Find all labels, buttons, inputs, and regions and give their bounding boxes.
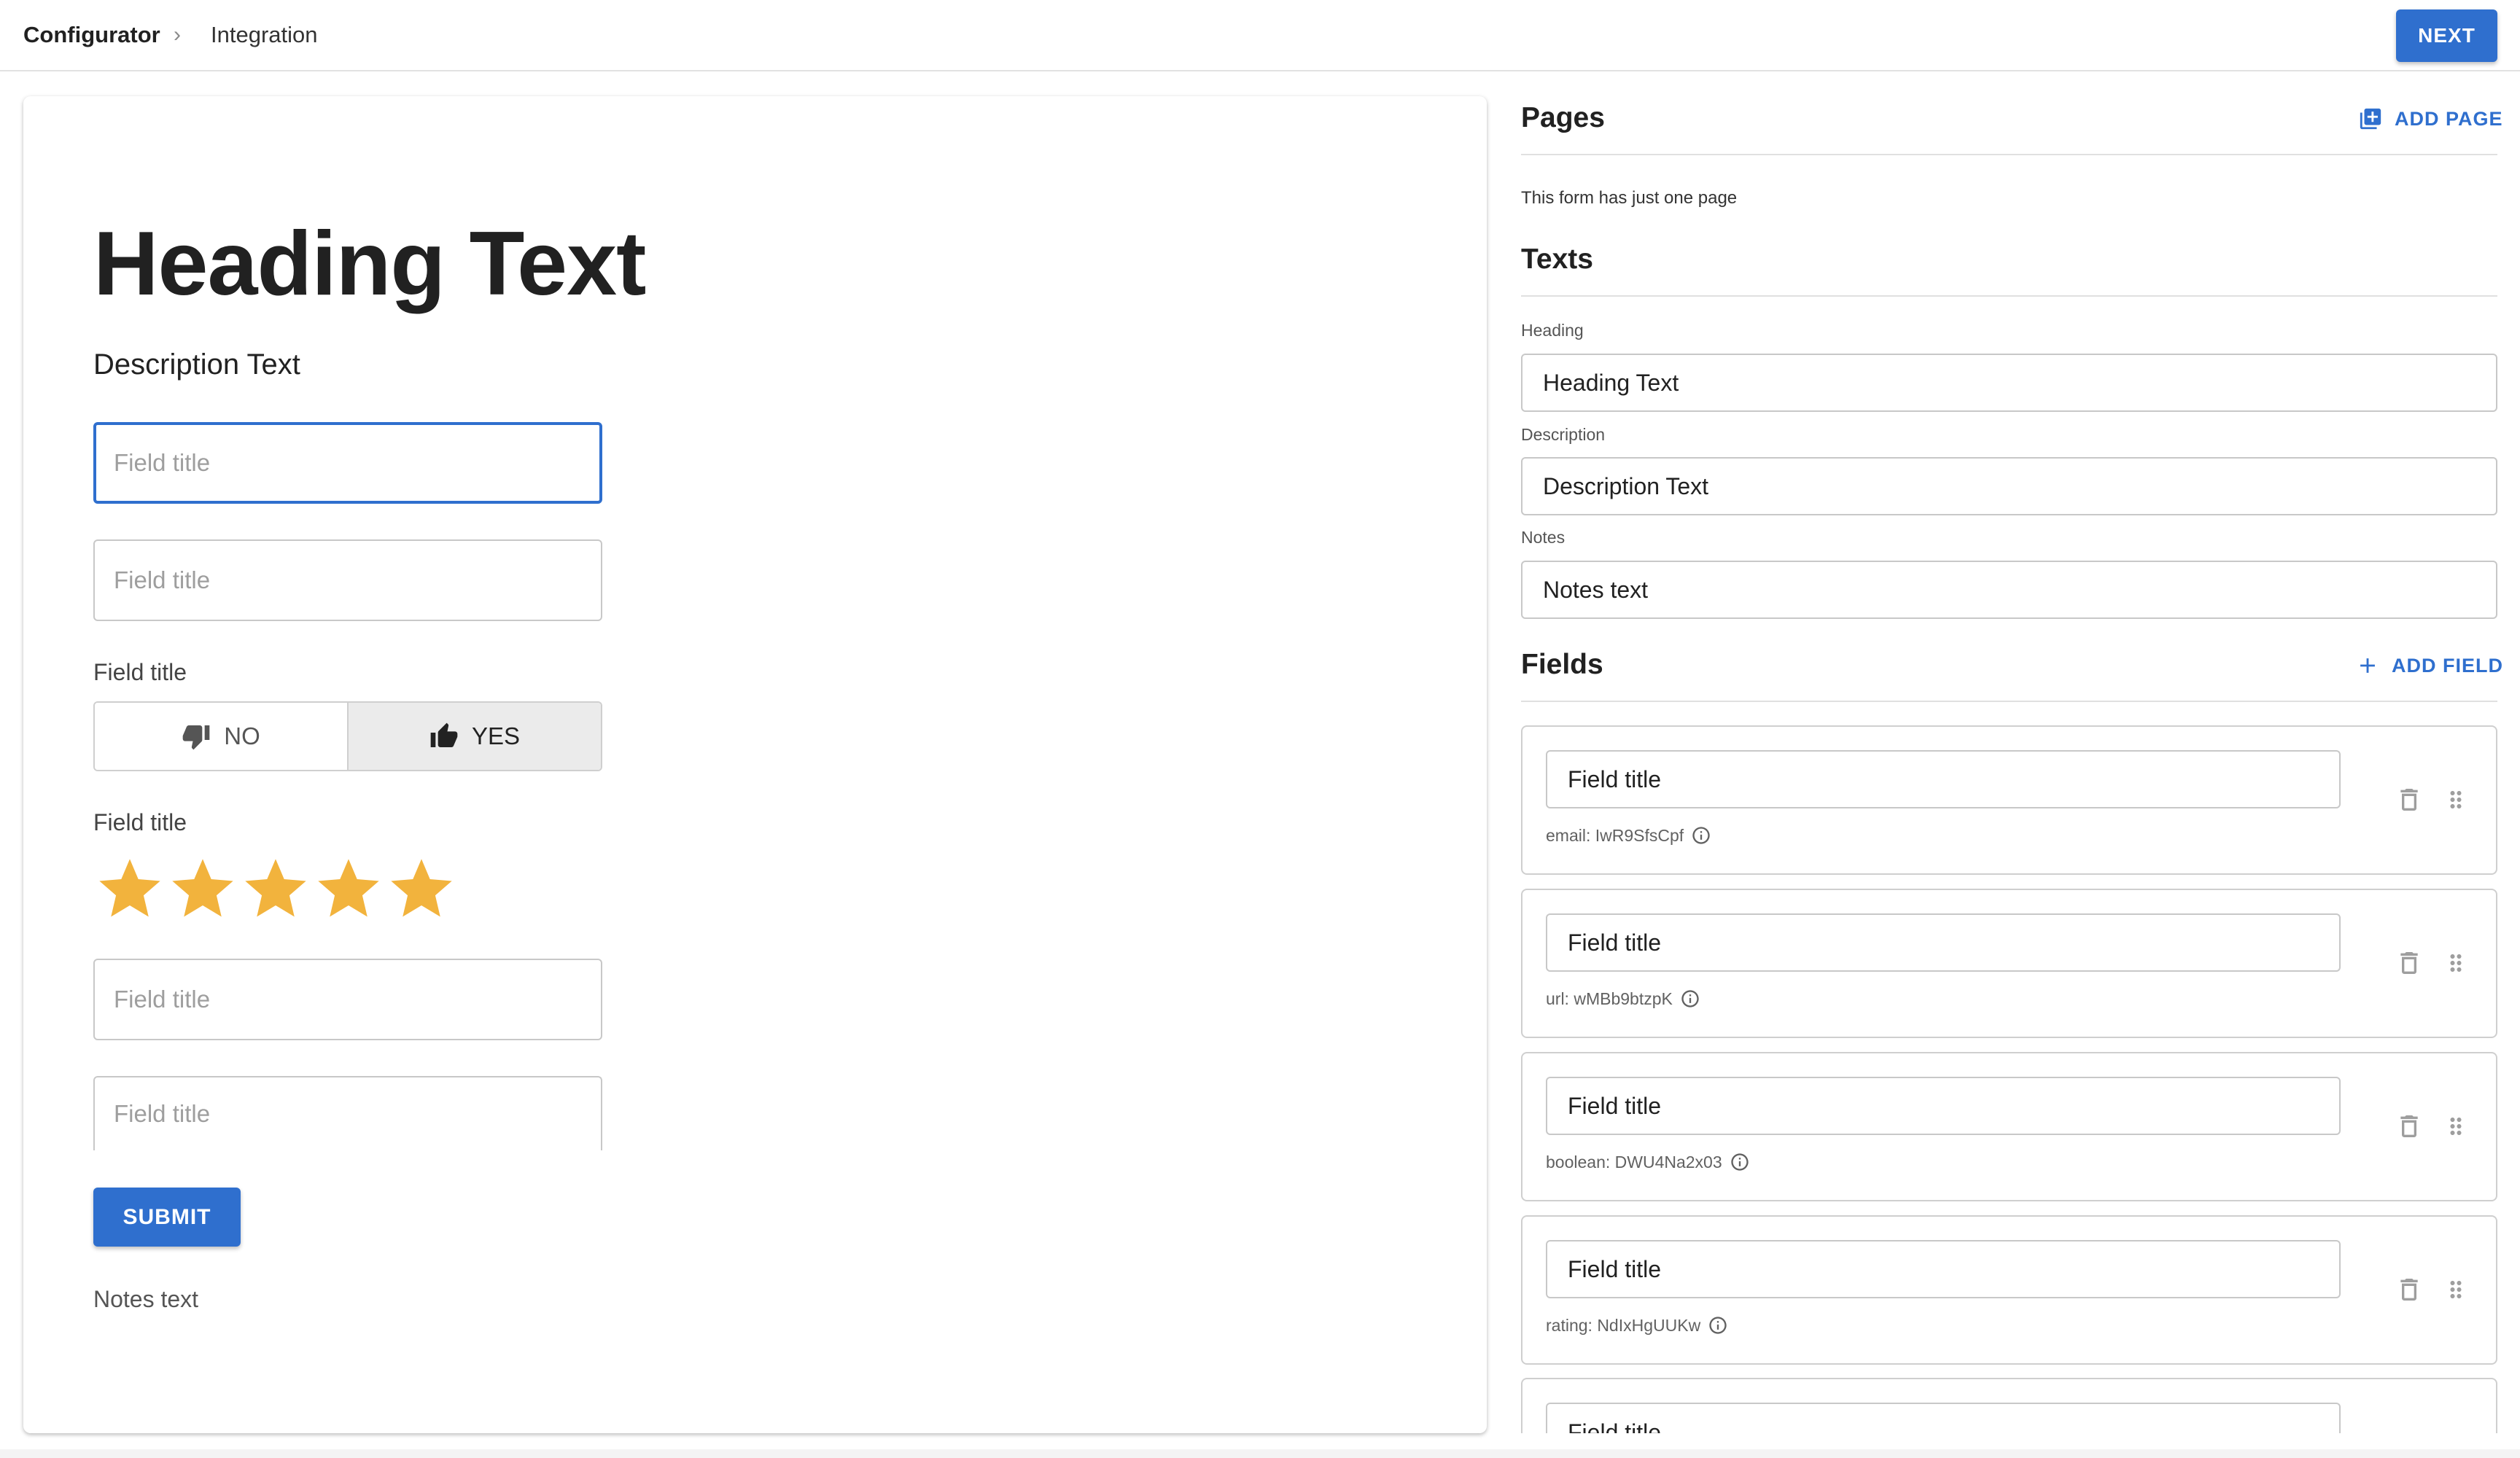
info-icon[interactable] [1708, 1315, 1728, 1336]
drag-handle-icon[interactable] [2443, 787, 2469, 813]
preview-description: Description Text [93, 348, 300, 381]
field-meta-text: email: IwR9SfsCpf [1546, 826, 1684, 845]
info-icon[interactable] [1691, 825, 1711, 846]
pages-info-text: This form has just one page [1521, 188, 1738, 208]
field-title-input[interactable]: Field title [1546, 750, 2341, 808]
next-button[interactable]: NEXT [2396, 9, 2497, 62]
preview-email-input[interactable]: Field title [93, 422, 602, 504]
preview-boolean-toggle: NO YES [93, 701, 602, 771]
field-card: Field title [1521, 1378, 2497, 1433]
description-input[interactable]: Description Text [1521, 457, 2497, 515]
chevron-right-icon: › [174, 23, 181, 47]
delete-icon[interactable] [2395, 948, 2424, 978]
field-meta: rating: NdIxHgUUKw [1546, 1314, 1728, 1336]
preview-rating-stars [93, 853, 458, 926]
yes-option-button[interactable]: YES [347, 703, 601, 770]
add-page-button[interactable]: ADD PAGE [2358, 106, 2503, 132]
star-icon[interactable] [93, 853, 166, 926]
field-card: Field title rating: NdIxHgUUKw [1521, 1215, 2497, 1365]
drag-handle-icon[interactable] [2443, 1276, 2469, 1303]
preview-field-input[interactable]: Field title [93, 959, 602, 1040]
add-page-label: ADD PAGE [2395, 108, 2503, 130]
add-box-icon [2360, 108, 2381, 130]
preview-rating-label: Field title [93, 809, 187, 835]
breadcrumb-current: Integration [211, 22, 318, 47]
notes-field-label: Notes [1521, 528, 1566, 547]
field-meta: url: wMBb9btzpK [1546, 988, 1700, 1010]
delete-icon[interactable] [2395, 785, 2424, 814]
thumbs-up-icon [430, 722, 458, 747]
heading-input[interactable]: Heading Text [1521, 354, 2497, 412]
submit-button[interactable]: SUBMIT [93, 1188, 241, 1247]
field-title-input[interactable]: Field title [1546, 1403, 2341, 1433]
field-title-input[interactable]: Field title [1546, 1240, 2341, 1298]
drag-handle-icon[interactable] [2443, 950, 2469, 976]
thumbs-down-icon [182, 725, 210, 750]
pages-section-title: Pages [1521, 102, 1605, 133]
star-icon[interactable] [239, 853, 312, 926]
field-meta: email: IwR9SfsCpf [1546, 824, 1711, 846]
preview-heading: Heading Text [93, 214, 646, 314]
notes-input[interactable]: Notes text [1521, 561, 2497, 619]
yes-option-label: YES [471, 722, 521, 749]
no-option-label: NO [224, 722, 260, 749]
field-meta-text: rating: NdIxHgUUKw [1546, 1316, 1701, 1335]
field-card: Field title boolean: DWU4Na2x03 [1521, 1052, 2497, 1201]
field-card: Field title email: IwR9SfsCpf [1521, 725, 2497, 875]
preview-url-input[interactable]: Field title [93, 539, 602, 621]
field-card: Field title url: wMBb9btzpK [1521, 889, 2497, 1038]
fields-section-title: Fields [1521, 649, 1603, 680]
preview-notes: Notes text [93, 1286, 199, 1312]
plus-icon [2360, 658, 2375, 673]
field-meta-text: boolean: DWU4Na2x03 [1546, 1153, 1722, 1172]
top-bar [0, 0, 2520, 71]
divider [1521, 154, 2497, 155]
preview-boolean-label: Field title [93, 659, 187, 685]
field-meta-text: url: wMBb9btzpK [1546, 989, 1673, 1008]
field-title-input[interactable]: Field title [1546, 913, 2341, 972]
field-meta: boolean: DWU4Na2x03 [1546, 1151, 1750, 1173]
info-icon[interactable] [1680, 989, 1700, 1009]
field-title-input[interactable]: Field title [1546, 1077, 2341, 1135]
add-field-label: ADD FIELD [2392, 655, 2503, 677]
no-option-button[interactable]: NO [95, 703, 347, 770]
divider [1521, 701, 2497, 702]
breadcrumb-root[interactable]: Configurator [23, 20, 160, 50]
delete-icon[interactable] [2395, 1112, 2424, 1141]
heading-field-label: Heading [1521, 321, 1584, 340]
info-icon[interactable] [1730, 1152, 1750, 1172]
drag-handle-icon[interactable] [2443, 1113, 2469, 1139]
star-icon[interactable] [385, 853, 458, 926]
star-icon[interactable] [166, 853, 239, 926]
window-bottom-edge [0, 1449, 2520, 1458]
description-field-label: Description [1521, 425, 1606, 444]
star-icon[interactable] [312, 853, 385, 926]
divider [1521, 295, 2497, 297]
texts-section-title: Texts [1521, 243, 1593, 275]
add-field-button[interactable]: ADD FIELD [2355, 652, 2503, 679]
delete-icon[interactable] [2395, 1275, 2424, 1304]
preview-field-input[interactable]: Field title [93, 1076, 602, 1150]
